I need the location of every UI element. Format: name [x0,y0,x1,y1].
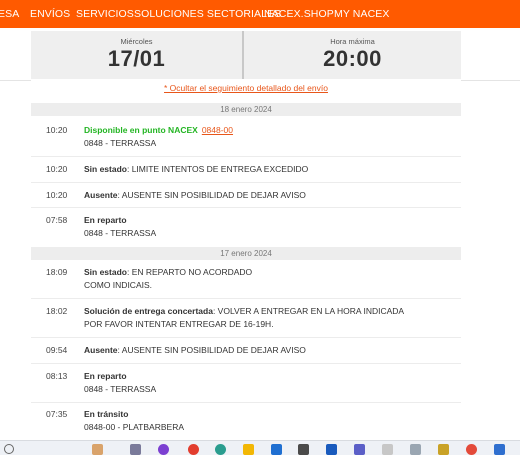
event-time: 10:20 [46,164,68,174]
teams-icon[interactable] [354,444,365,455]
event-status: Disponible en punto NACEX [84,125,198,135]
date-separator: 18 enero 2024 [31,103,461,116]
event-time: 07:58 [46,215,68,225]
event-line: En reparto [84,215,127,225]
event-time: 10:20 [46,125,68,135]
event-line: Sin estado: LIMITE INTENTOS DE ENTREGA E… [84,164,308,174]
event-location: 0848-00 - PLATBARBERA [84,422,184,432]
nav-item-empresa[interactable]: ESA [0,0,19,28]
row-separator [31,207,461,208]
event-location: 0848 - TERRASSA [84,228,157,238]
row-separator [31,402,461,403]
app-icon[interactable] [438,444,449,455]
event-status: Sin estado [84,267,127,277]
event-line: Sin estado: EN REPARTO NO ACORDADO [84,267,252,277]
main-navigation: ESA ENVÍOS SERVICIOS SOLUCIONES SECTORIA… [0,0,520,28]
search-icon[interactable] [4,444,14,454]
word-icon[interactable] [326,444,337,455]
event-time: 09:54 [46,345,68,355]
event-status: Ausente [84,190,118,200]
event-line: En tránsito [84,409,128,419]
mail-icon[interactable] [271,444,282,455]
chrome-icon[interactable] [188,444,199,455]
event-detail-continued: POR FAVOR INTENTAR ENTREGAR DE 16-19H. [84,319,274,329]
event-location: 0848 - TERRASSA [84,138,157,148]
store-icon[interactable] [298,444,309,455]
right-margin [461,28,520,440]
event-line: Solución de entrega concertada: VOLVER A… [84,306,404,316]
row-separator [31,363,461,364]
divider [461,80,520,81]
event-status: En reparto [84,371,127,381]
divider [0,80,31,81]
row-separator [31,156,461,157]
event-status: En tránsito [84,409,129,419]
nav-item-soluciones-sectoriales[interactable]: SOLUCIONES SECTORIALES [134,0,281,28]
os-taskbar [0,440,520,455]
app-icon[interactable] [382,444,393,455]
row-separator [31,337,461,338]
event-detail: : AUSENTE SIN POSIBILIDAD DE DEJAR AVISO [117,345,306,355]
event-line: Ausente: AUSENTE SIN POSIBILIDAD DE DEJA… [84,345,306,355]
event-status: Solución de entrega concertada [84,306,213,316]
folder-icon[interactable] [243,444,254,455]
pickup-point-code-link[interactable]: 0848-00 [202,125,233,135]
max-time-value: 20:00 [323,46,382,71]
nav-item-my-nacex[interactable]: MY NACEX [334,0,389,28]
app-icon[interactable] [158,444,169,455]
event-line: En reparto [84,371,127,381]
event-detail: : LIMITE INTENTOS DE ENTREGA EXCEDIDO [126,164,309,174]
event-time: 08:13 [46,371,68,381]
app-icon[interactable] [410,444,421,455]
app-icon[interactable] [466,444,477,455]
delivery-date-value: 17/01 [107,46,166,71]
row-separator [31,298,461,299]
event-status: Ausente [84,345,118,355]
event-status: En reparto [84,215,127,225]
event-location: 0848 - TERRASSA [84,384,157,394]
app-icon[interactable] [130,444,141,455]
event-time: 07:35 [46,409,68,419]
event-line: Ausente: AUSENTE SIN POSIBILIDAD DE DEJA… [84,190,306,200]
nav-item-nacex-shop[interactable]: NACEX.SHOP [264,0,334,28]
event-time: 18:09 [46,267,68,277]
event-time: 18:02 [46,306,68,316]
hide-tracking-link[interactable]: * Ocultar el seguimiento detallado del e… [31,83,461,93]
event-line: Disponible en punto NACEX 0848-00 [84,125,233,135]
edge-icon[interactable] [215,444,226,455]
grid-icon[interactable] [494,444,505,455]
event-detail: : VOLVER A ENTREGAR EN LA HORA INDICADA [212,306,405,316]
nav-item-envios[interactable]: ENVÍOS [30,0,70,28]
event-time: 10:20 [46,190,68,200]
delivery-day-label: Miércoles [120,37,153,46]
left-margin [0,28,31,440]
delivery-summary: Miércoles 17/01 Hora máxima 20:00 [31,31,461,79]
event-status: Sin estado [84,164,127,174]
max-time-label: Hora máxima [330,37,375,46]
event-detail: : AUSENTE SIN POSIBILIDAD DE DEJAR AVISO [117,190,306,200]
nav-item-servicios[interactable]: SERVICIOS [76,0,134,28]
event-detail-continued: COMO INDICAIS. [84,280,153,290]
widgets-icon[interactable] [92,444,103,455]
event-detail: : EN REPARTO NO ACORDADO [126,267,253,277]
row-separator [31,182,461,183]
date-separator: 17 enero 2024 [31,247,461,260]
